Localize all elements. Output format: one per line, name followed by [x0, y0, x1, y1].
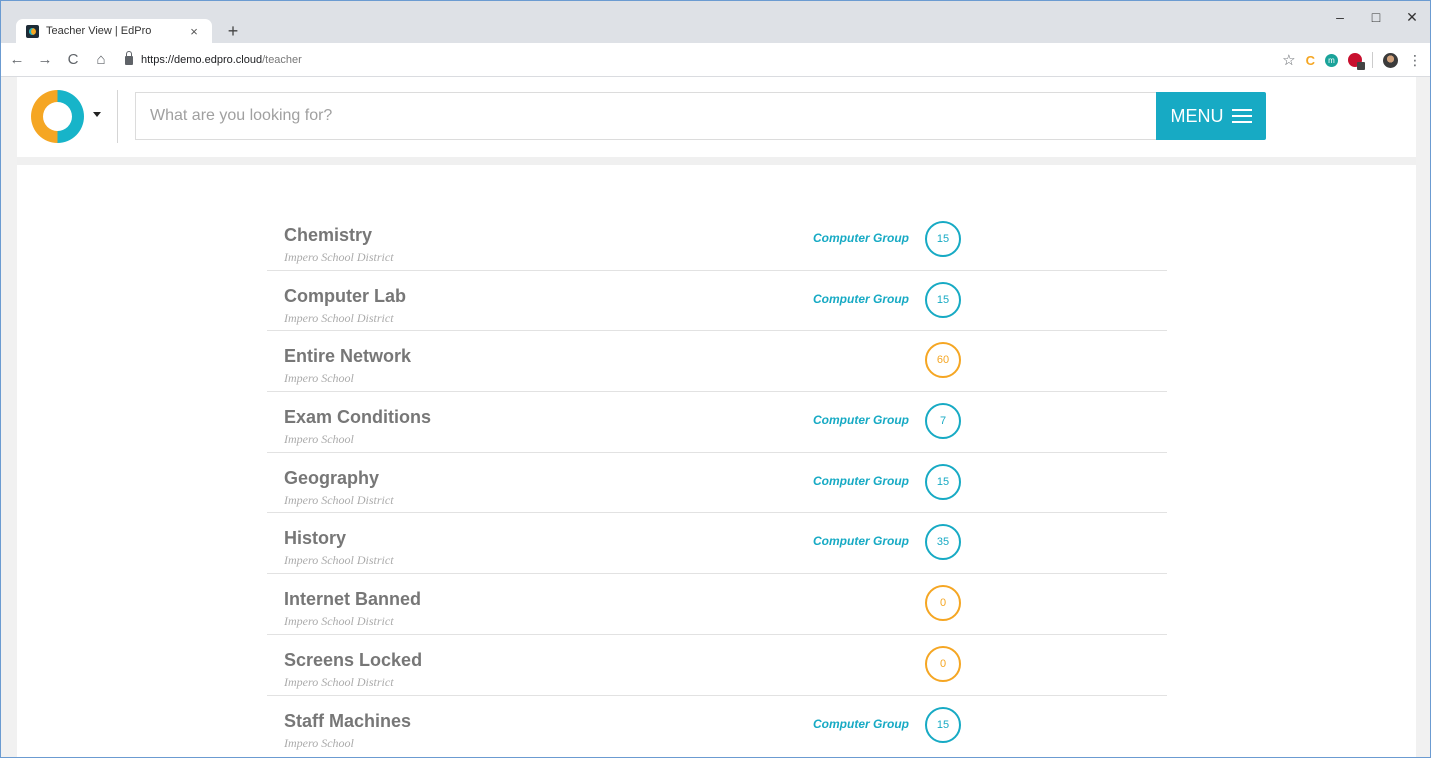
maximize-button[interactable]: □ [1358, 1, 1394, 33]
device-count-badge: 0 [925, 645, 961, 682]
device-count-badge: 7 [925, 403, 961, 440]
device-count-badge: 15 [925, 706, 961, 743]
group-row[interactable]: Exam Conditions Impero School Computer G… [267, 392, 1167, 453]
group-list: Chemistry Impero School District Compute… [267, 210, 1167, 756]
extension-c-icon[interactable]: C [1306, 53, 1315, 68]
header-separator [17, 157, 1416, 165]
edpro-logo-icon[interactable] [31, 90, 84, 143]
url-path: /teacher [262, 54, 302, 66]
address-bar[interactable]: https://demo.edpro.cloud/teacher [119, 48, 1425, 72]
window-controls: – □ ✕ [1322, 1, 1430, 33]
browser-toolbar: ← → C ⌂ https://demo.edpro.cloud/teacher… [1, 43, 1430, 77]
group-organization: Impero School District [284, 310, 394, 325]
group-row[interactable]: Chemistry Impero School District Compute… [267, 210, 1167, 271]
group-name: Computer Lab [284, 285, 407, 306]
bookmark-star-icon[interactable]: ☆ [1282, 51, 1295, 69]
home-icon[interactable]: ⌂ [89, 48, 113, 72]
device-count-badge: 15 [925, 281, 961, 318]
group-row[interactable]: Geography Impero School District Compute… [267, 453, 1167, 514]
group-row[interactable]: Entire Network Impero School 60 [267, 331, 1167, 393]
device-count-badge: 15 [925, 463, 961, 500]
group-name: Exam Conditions [284, 407, 432, 428]
app-header: MENU [17, 77, 1416, 157]
search-box [135, 92, 1157, 140]
group-name: Entire Network [284, 346, 412, 367]
group-organization: Impero School District [284, 553, 394, 568]
close-tab-icon[interactable]: × [186, 24, 202, 39]
group-row[interactable]: History Impero School District Computer … [267, 513, 1167, 575]
page-gutter-right [1416, 77, 1430, 757]
group-type-tag: Computer Group [813, 716, 909, 731]
group-row[interactable]: Computer Lab Impero School District Comp… [267, 271, 1167, 332]
close-window-button[interactable]: ✕ [1394, 1, 1430, 33]
group-row[interactable]: Staff Machines Impero School Computer Gr… [267, 696, 1167, 757]
forward-arrow-icon[interactable]: → [33, 48, 57, 72]
reload-icon[interactable]: C [61, 48, 85, 72]
search-input[interactable] [136, 93, 1157, 139]
hamburger-icon [1231, 109, 1252, 123]
extension-m-icon[interactable]: m [1325, 53, 1338, 67]
menu-button[interactable]: MENU [1156, 92, 1266, 140]
group-name: Geography [284, 467, 380, 488]
group-type-tag: Computer Group [813, 291, 909, 306]
group-type-tag: Computer Group [813, 413, 909, 428]
group-type-tag: Computer Group [813, 534, 909, 549]
url-host: https://demo.edpro.cloud [141, 54, 263, 66]
header-divider [117, 90, 118, 143]
lock-icon [125, 50, 133, 65]
group-organization: Impero School District [284, 674, 394, 689]
page-gutter-left [7, 77, 17, 757]
main-content: Chemistry Impero School District Compute… [17, 165, 1416, 757]
browser-tab[interactable]: Teacher View | EdPro × [16, 19, 212, 43]
tab-strip: Teacher View | EdPro × + – □ ✕ [1, 1, 1430, 43]
toolbar-extensions: ☆ C m ⋮ [1282, 48, 1422, 72]
device-count-badge: 0 [925, 585, 961, 622]
group-organization: Impero School [284, 735, 354, 750]
device-count-badge: 35 [925, 524, 961, 561]
group-type-tag: Computer Group [813, 231, 909, 245]
menu-label: MENU [1170, 105, 1224, 126]
group-organization: Impero School District [284, 614, 394, 629]
profile-avatar[interactable] [1383, 52, 1398, 68]
group-name: Chemistry [284, 225, 373, 245]
group-name: History [284, 528, 347, 549]
extension-red-icon[interactable] [1348, 53, 1365, 70]
tab-title: Teacher View | EdPro [46, 25, 152, 37]
device-count-badge: 60 [925, 342, 961, 379]
toolbar-divider [1372, 52, 1373, 68]
minimize-button[interactable]: – [1322, 1, 1358, 33]
group-type-tag: Computer Group [813, 473, 909, 488]
group-row[interactable]: Internet Banned Impero School District 0 [267, 574, 1167, 635]
group-row[interactable]: Screens Locked Impero School District 0 [267, 635, 1167, 696]
group-name: Screens Locked [284, 649, 423, 670]
group-organization: Impero School District [284, 492, 394, 507]
edpro-favicon-icon [26, 24, 39, 38]
group-organization: Impero School District [284, 250, 394, 264]
caret-down-icon[interactable] [93, 112, 101, 117]
group-organization: Impero School [284, 371, 354, 386]
group-name: Internet Banned [284, 589, 422, 610]
group-organization: Impero School [284, 432, 354, 447]
more-options-icon[interactable]: ⋮ [1408, 52, 1422, 69]
new-tab-button[interactable]: + [221, 19, 245, 43]
group-name: Staff Machines [284, 710, 412, 731]
back-arrow-icon[interactable]: ← [5, 48, 29, 72]
device-count-badge: 15 [925, 221, 961, 257]
browser-window: Teacher View | EdPro × + – □ ✕ ← → C ⌂ h… [0, 0, 1431, 758]
